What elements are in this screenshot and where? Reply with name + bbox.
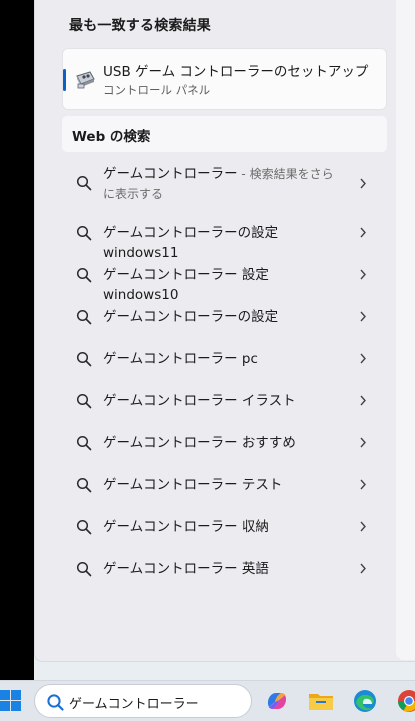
chevron-right-icon [360,395,366,406]
best-match-result[interactable]: USB ゲーム コントローラーのセットアップ コントロール パネル [62,48,387,110]
web-result-row[interactable]: ゲームコントローラーの設定 [62,296,387,338]
web-result-row[interactable]: ゲームコントローラー 設定 windows10 [62,254,387,303]
web-result-row[interactable]: ゲームコントローラーの設定 windows11 [62,212,387,261]
web-result-label: ゲームコントローラー pc [103,351,258,367]
search-icon [76,393,92,409]
web-result-row[interactable]: ゲームコントローラー 収納 [62,506,387,548]
web-result-row[interactable]: ゲームコントローラー イラスト [62,380,387,422]
chevron-right-icon [360,437,366,448]
web-search-heading-label: Web の検索 [72,129,151,145]
taskbar [0,680,415,721]
chevron-right-icon [360,479,366,490]
search-icon [76,309,92,325]
search-icon [76,561,92,577]
chevron-right-icon [360,521,366,532]
selection-indicator [63,69,66,91]
game-controller-icon [76,71,95,89]
copilot-icon[interactable] [263,687,291,715]
search-icon [76,267,92,283]
web-result-label: ゲームコントローラー 収納 [103,519,269,535]
chevron-right-icon [360,227,366,238]
search-icon [76,175,92,191]
search-icon [76,225,92,241]
chevron-right-icon [360,353,366,364]
search-icon [76,519,92,535]
search-icon [47,694,64,711]
web-result-label: ゲームコントローラーの設定 [103,309,279,325]
taskbar-search-box[interactable] [34,684,252,718]
web-result-label: ゲームコントローラー イラスト [103,393,296,409]
result-query: ゲームコントローラー [103,166,238,182]
web-result-row[interactable]: ゲームコントローラー - 検索結果をさらに表示する [62,156,387,212]
preview-pane-edge [396,0,415,660]
web-result-row[interactable]: ゲームコントローラー テスト [62,464,387,506]
search-icon [76,351,92,367]
chevron-right-icon [360,178,366,189]
background-window [0,0,34,680]
web-result-row[interactable]: ゲームコントローラー pc [62,338,387,380]
web-search-heading: Web の検索 [62,116,387,152]
edge-icon[interactable] [351,687,379,715]
web-result-row[interactable]: ゲームコントローラー 英語 [62,548,387,590]
best-match-heading: 最も一致する検索結果 [69,18,211,34]
chevron-right-icon [360,269,366,280]
web-result-label: ゲームコントローラー テスト [103,477,283,493]
chevron-right-icon [360,311,366,322]
search-icon [76,435,92,451]
chrome-icon[interactable] [395,687,415,715]
web-result-label: ゲームコントローラー - 検索結果をさらに表示する [103,164,343,204]
taskbar-search-input[interactable] [69,691,239,713]
best-match-title: USB ゲーム コントローラーのセットアップ [103,64,369,80]
web-result-row[interactable]: ゲームコントローラー おすすめ [62,422,387,464]
best-match-subtitle: コントロール パネル [103,83,211,97]
chevron-right-icon [360,563,366,574]
web-result-label: ゲームコントローラー おすすめ [103,435,296,451]
windows-start-icon[interactable] [0,689,22,713]
web-results-list: ゲームコントローラー - 検索結果をさらに表示する ゲームコントローラーの設定 … [62,156,387,590]
search-icon [76,477,92,493]
file-explorer-icon[interactable] [307,687,335,715]
web-result-label: ゲームコントローラー 英語 [103,561,269,577]
